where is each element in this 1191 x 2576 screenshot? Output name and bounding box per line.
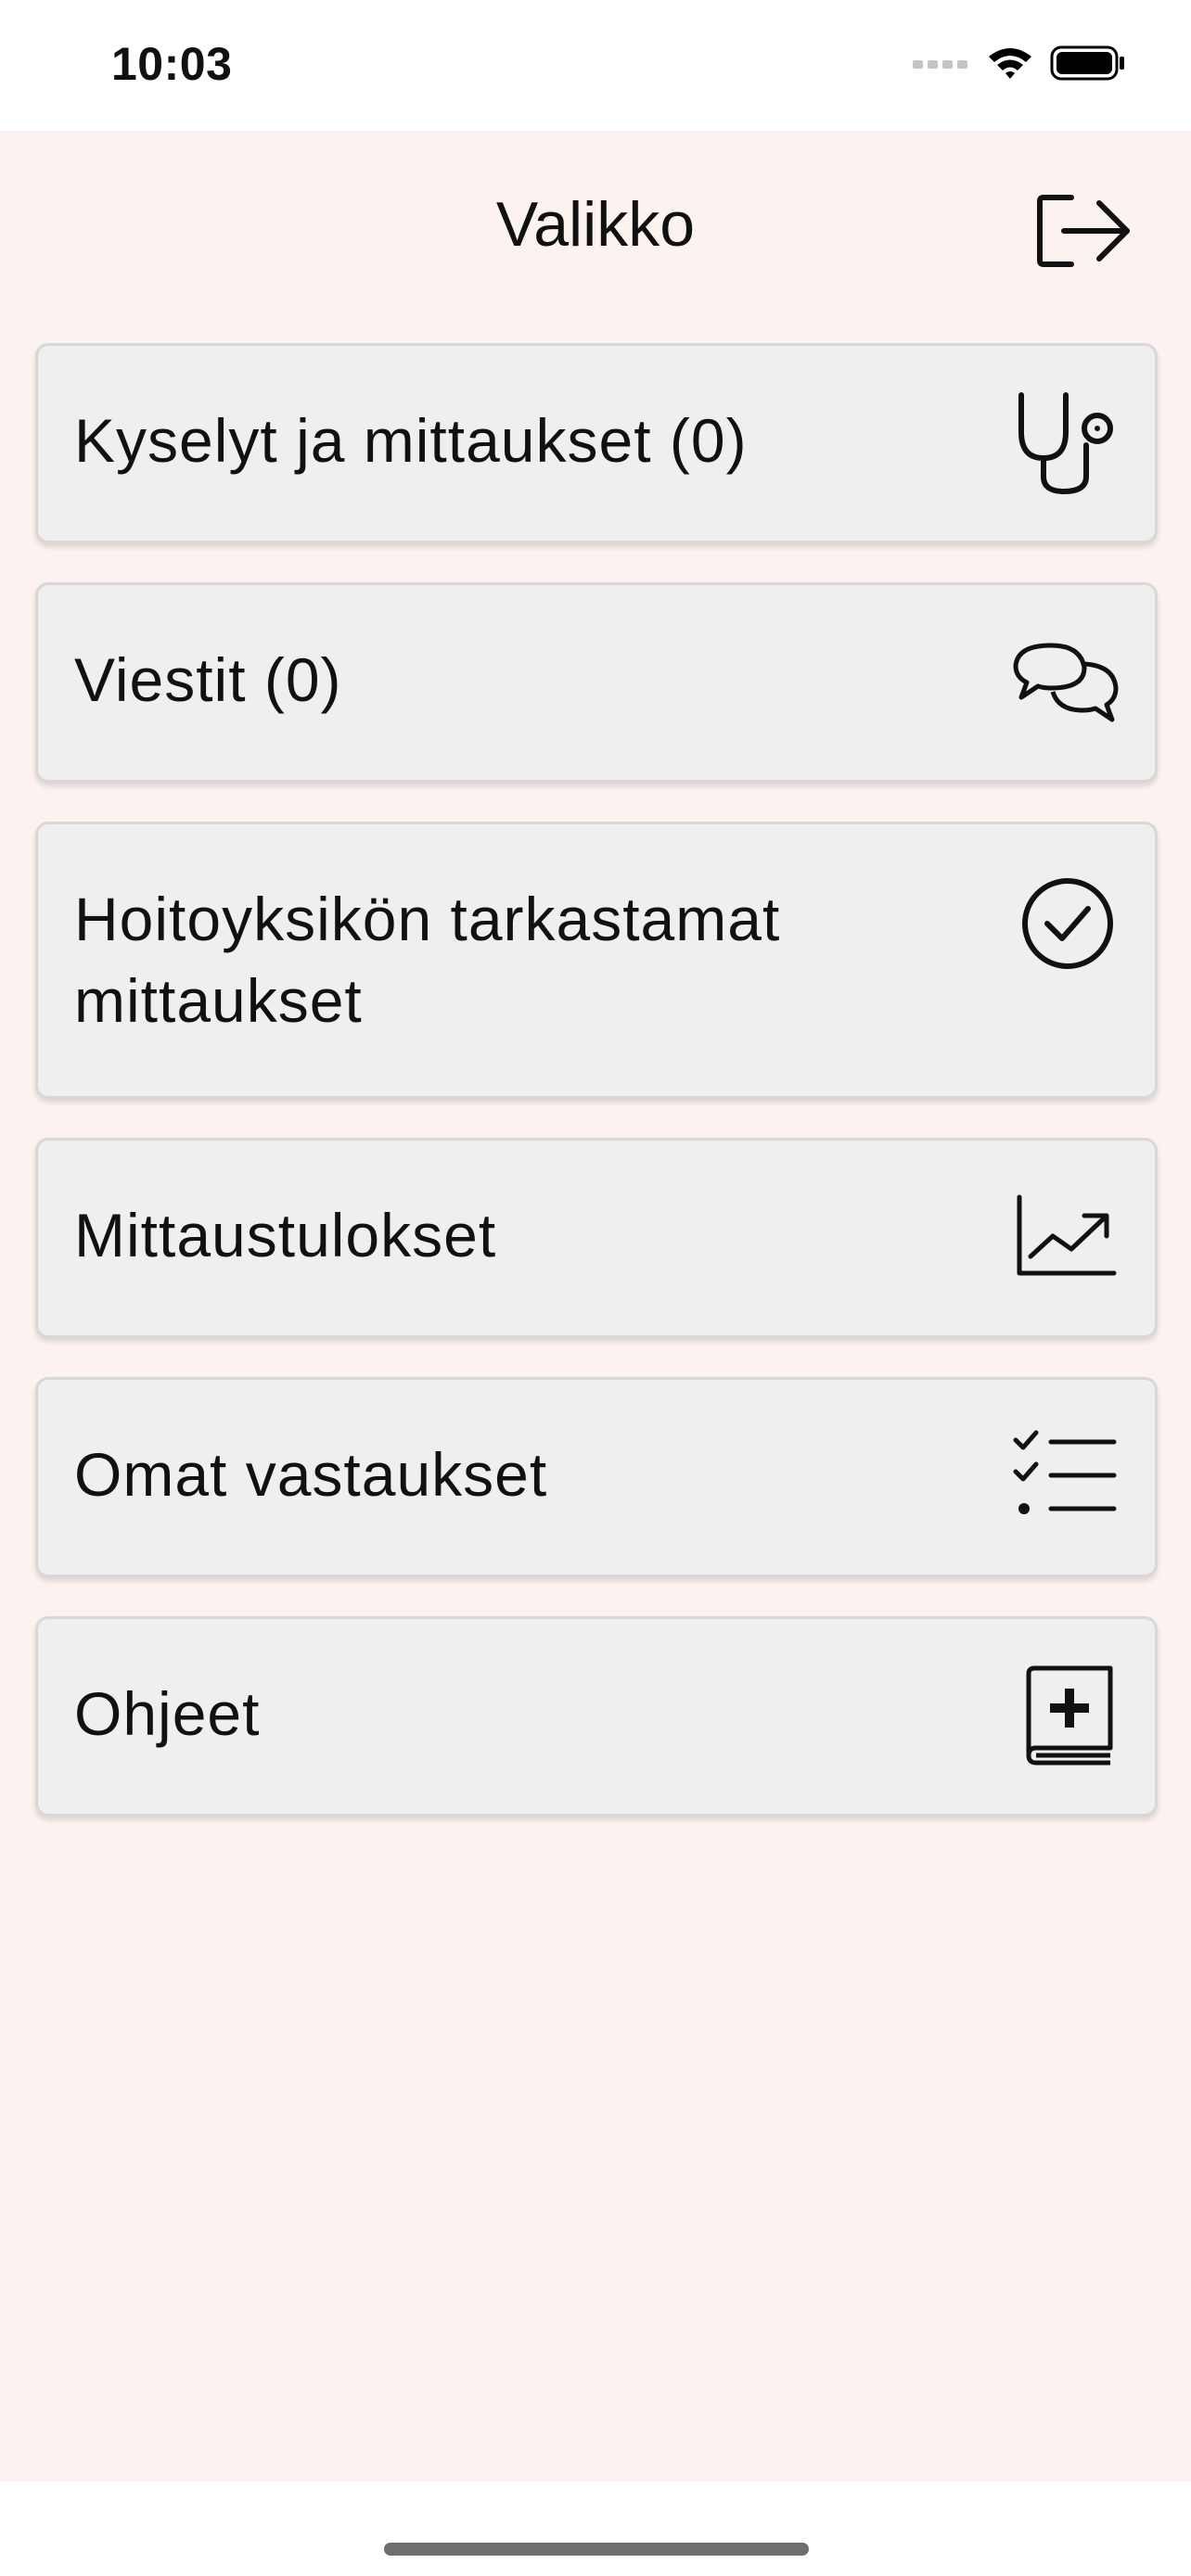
header: Valikko: [0, 131, 1191, 327]
menu-item-label: Mittaustulokset: [74, 1201, 497, 1269]
home-indicator-area: [0, 2481, 1191, 2576]
page-title: Valikko: [495, 189, 696, 260]
cellular-signal-icon: [913, 57, 970, 74]
logout-icon: [1036, 194, 1133, 273]
menu-screen: Valikko Kyselyt ja mittaukset (0) Viesti…: [0, 131, 1191, 2481]
menu-item-label: Ohjeet: [74, 1679, 261, 1748]
status-bar: 10:03: [0, 0, 1191, 131]
status-time: 10:03: [111, 38, 233, 90]
menu-item-label: Hoitoyksikön tarkastamat mittaukset: [74, 885, 781, 1035]
chat-bubbles-icon: [1010, 627, 1121, 738]
menu-item-label: Kyselyt ja mittaukset (0): [74, 406, 748, 475]
menu-item-reviewed-measurements[interactable]: Hoitoyksikön tarkastamat mittaukset: [35, 822, 1158, 1099]
logout-button[interactable]: [1033, 191, 1135, 274]
menu-item-label: Viestit (0): [74, 645, 342, 714]
battery-icon: [1050, 45, 1126, 86]
menu-item-surveys[interactable]: Kyselyt ja mittaukset (0): [35, 343, 1158, 543]
menu-item-instructions[interactable]: Ohjeet: [35, 1616, 1158, 1817]
check-circle-icon: [1010, 868, 1121, 979]
menu-item-messages[interactable]: Viestit (0): [35, 582, 1158, 783]
menu-item-label: Omat vastaukset: [74, 1440, 548, 1509]
status-icons: [913, 45, 1126, 86]
menu-item-own-answers[interactable]: Omat vastaukset: [35, 1377, 1158, 1577]
trend-chart-icon: [1010, 1182, 1121, 1294]
medical-book-icon: [1010, 1661, 1121, 1772]
home-indicator[interactable]: [384, 2543, 809, 2556]
stethoscope-icon: [1010, 388, 1121, 499]
menu-item-results[interactable]: Mittaustulokset: [35, 1138, 1158, 1338]
wifi-icon: [987, 45, 1033, 85]
checklist-icon: [1010, 1422, 1121, 1533]
